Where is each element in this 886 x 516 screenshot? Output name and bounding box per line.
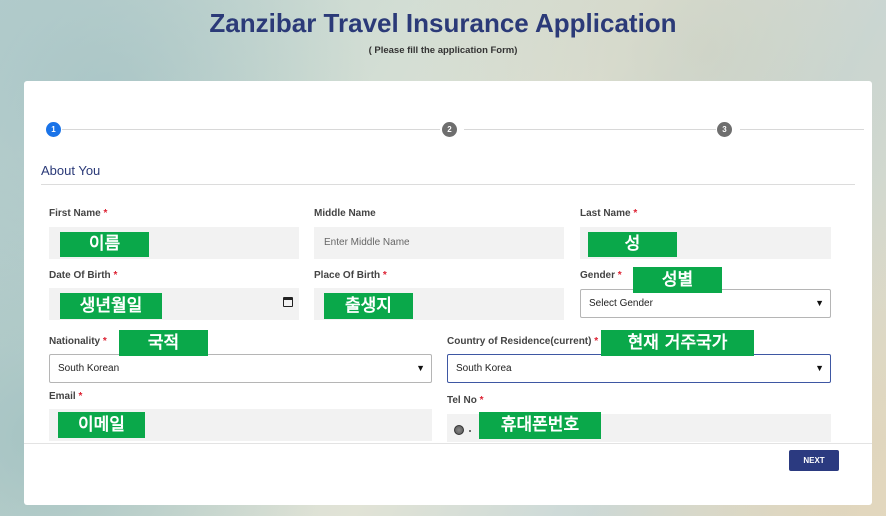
country-of-residence-label: Country of Residence(current) * — [447, 336, 599, 347]
date-of-birth-annotation: 생년월일 — [60, 293, 162, 319]
gender-select[interactable]: Select Gender ▼ — [580, 289, 831, 318]
calendar-icon[interactable] — [283, 297, 293, 307]
nationality-select[interactable]: South Korean ▼ — [49, 354, 432, 383]
tel-no-annotation: 휴대폰번호 — [479, 412, 601, 439]
country-of-residence-select[interactable]: South Korea ▼ — [447, 354, 831, 383]
page-subtitle: ( Please fill the application Form) — [368, 45, 518, 56]
form-footer-divider — [24, 443, 872, 444]
middle-name-input[interactable]: Enter Middle Name — [314, 227, 564, 259]
stepper-line-1 — [62, 129, 440, 130]
page-title: Zanzibar Travel Insurance Application — [209, 8, 677, 38]
nationality-label: Nationality * — [49, 336, 107, 347]
email-label: Email * — [49, 391, 83, 402]
stepper-line-2 — [464, 129, 716, 130]
gender-select-value: Select Gender — [589, 298, 653, 309]
place-of-birth-annotation: 출생지 — [324, 293, 413, 319]
country-of-residence-annotation: 현재 거주국가 — [601, 330, 754, 356]
gender-label: Gender * — [580, 270, 622, 281]
middle-name-label: Middle Name — [314, 208, 376, 219]
country-code-dropdown-icon[interactable] — [469, 430, 471, 432]
nationality-annotation: 국적 — [119, 330, 208, 356]
stepper: 1 2 3 — [24, 81, 872, 141]
section-divider — [41, 184, 855, 185]
country-flag-globe-icon[interactable] — [454, 425, 464, 435]
step-2-indicator[interactable]: 2 — [442, 122, 457, 137]
stepper-line-3 — [740, 129, 864, 130]
section-title: About You — [41, 163, 101, 178]
last-name-label: Last Name * — [580, 208, 638, 219]
caret-down-icon: ▼ — [815, 298, 824, 308]
country-of-residence-select-value: South Korea — [456, 363, 512, 374]
caret-down-icon: ▼ — [416, 363, 425, 373]
date-of-birth-label: Date Of Birth * — [49, 270, 118, 281]
tel-no-label: Tel No * — [447, 395, 484, 406]
first-name-annotation: 이름 — [60, 232, 149, 257]
last-name-annotation: 성 — [588, 232, 677, 257]
step-3-indicator[interactable]: 3 — [717, 122, 732, 137]
place-of-birth-label: Place Of Birth * — [314, 270, 387, 281]
application-form-card: 1 2 3 About You First Name * 이름 Middle N… — [24, 81, 872, 505]
caret-down-icon: ▼ — [815, 363, 824, 373]
step-1-indicator[interactable]: 1 — [46, 122, 61, 137]
next-button[interactable]: NEXT — [789, 450, 839, 471]
first-name-label: First Name * — [49, 208, 108, 219]
gender-annotation: 성별 — [633, 267, 722, 293]
nationality-select-value: South Korean — [58, 363, 120, 374]
email-annotation: 이메일 — [58, 412, 145, 438]
